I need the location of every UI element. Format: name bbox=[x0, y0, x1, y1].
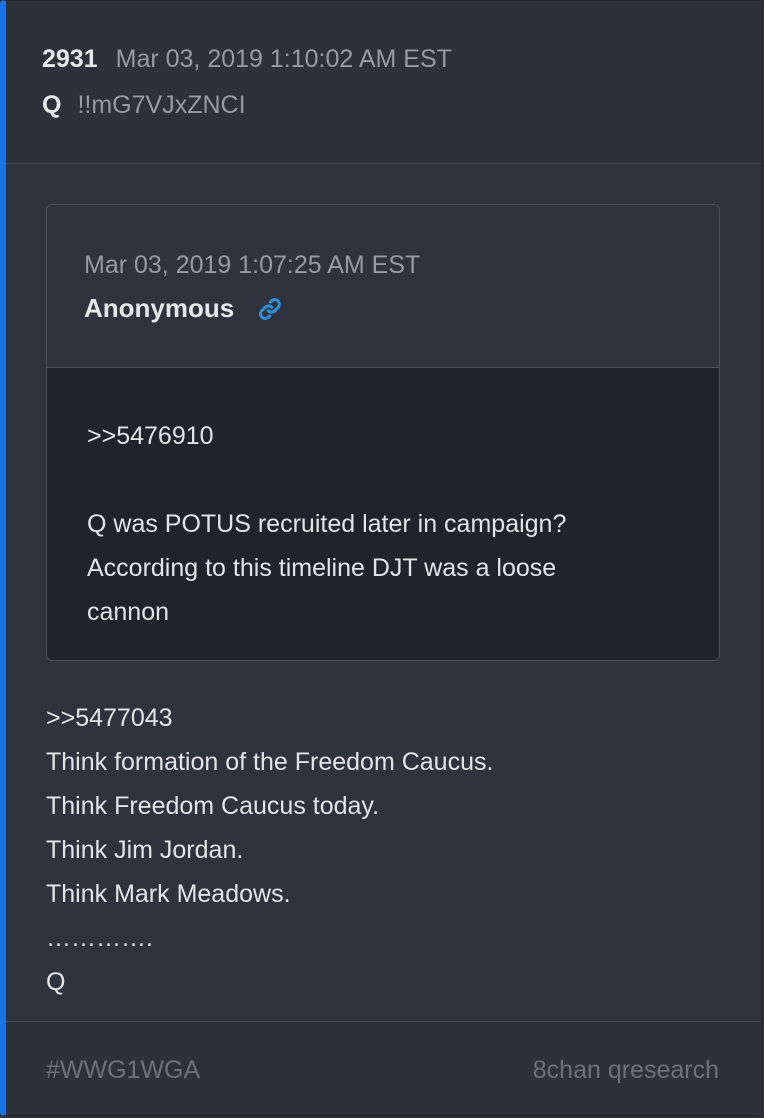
post-date: Mar 03, 2019 1:10:02 AM EST bbox=[115, 45, 452, 73]
quoted-line-spacer bbox=[87, 458, 679, 502]
quoted-line: According to this timeline DJT was a loo… bbox=[87, 554, 557, 582]
post-author: Q bbox=[42, 91, 62, 119]
post-header: 2931 Mar 03, 2019 1:10:02 AM EST Q !!mG7… bbox=[6, 1, 761, 164]
quoted-post-date: Mar 03, 2019 1:07:25 AM EST bbox=[84, 251, 421, 279]
quoted-author-row: Anonymous bbox=[84, 293, 284, 324]
quoted-line: Q was POTUS recruited later in campaign? bbox=[87, 510, 567, 538]
source-label: 8chan qresearch bbox=[532, 1056, 719, 1084]
quoted-reply-link[interactable]: >>5476910 bbox=[87, 414, 679, 458]
body-line: Think Mark Meadows. bbox=[46, 880, 291, 908]
post-author-row: Q !!mG7VJxZNCI bbox=[42, 91, 246, 127]
quoted-post-header: Mar 03, 2019 1:07:25 AM EST Anonymous bbox=[47, 205, 719, 368]
hashtag: #WWG1WGA bbox=[46, 1056, 201, 1084]
quoted-post-author: Anonymous bbox=[84, 293, 235, 323]
quoted-post-text: >>5476910 Q was POTUS recruited later in… bbox=[87, 414, 679, 634]
post-number: 2931 bbox=[42, 45, 98, 73]
body-line: Think Jim Jordan. bbox=[46, 836, 244, 864]
body-line: …………. bbox=[46, 924, 153, 952]
quoted-post: Mar 03, 2019 1:07:25 AM EST Anonymous >>… bbox=[46, 204, 720, 661]
reply-link[interactable]: >>5477043 bbox=[46, 696, 731, 740]
body-signature: Q bbox=[46, 968, 66, 996]
post-footer: #WWG1WGA 8chan qresearch bbox=[6, 1021, 761, 1115]
body-line: Think formation of the Freedom Caucus. bbox=[46, 748, 494, 776]
post-tripcode: !!mG7VJxZNCI bbox=[77, 91, 246, 119]
quoted-line: cannon bbox=[87, 598, 170, 626]
post-card: 2931 Mar 03, 2019 1:10:02 AM EST Q !!mG7… bbox=[0, 0, 762, 1116]
post-body: >>5477043 Think formation of the Freedom… bbox=[46, 696, 731, 1004]
quoted-post-body: >>5476910 Q was POTUS recruited later in… bbox=[47, 368, 719, 660]
post-meta: 2931 Mar 03, 2019 1:10:02 AM EST bbox=[42, 45, 452, 81]
body-line: Think Freedom Caucus today. bbox=[46, 792, 380, 820]
link-icon[interactable] bbox=[256, 295, 284, 323]
